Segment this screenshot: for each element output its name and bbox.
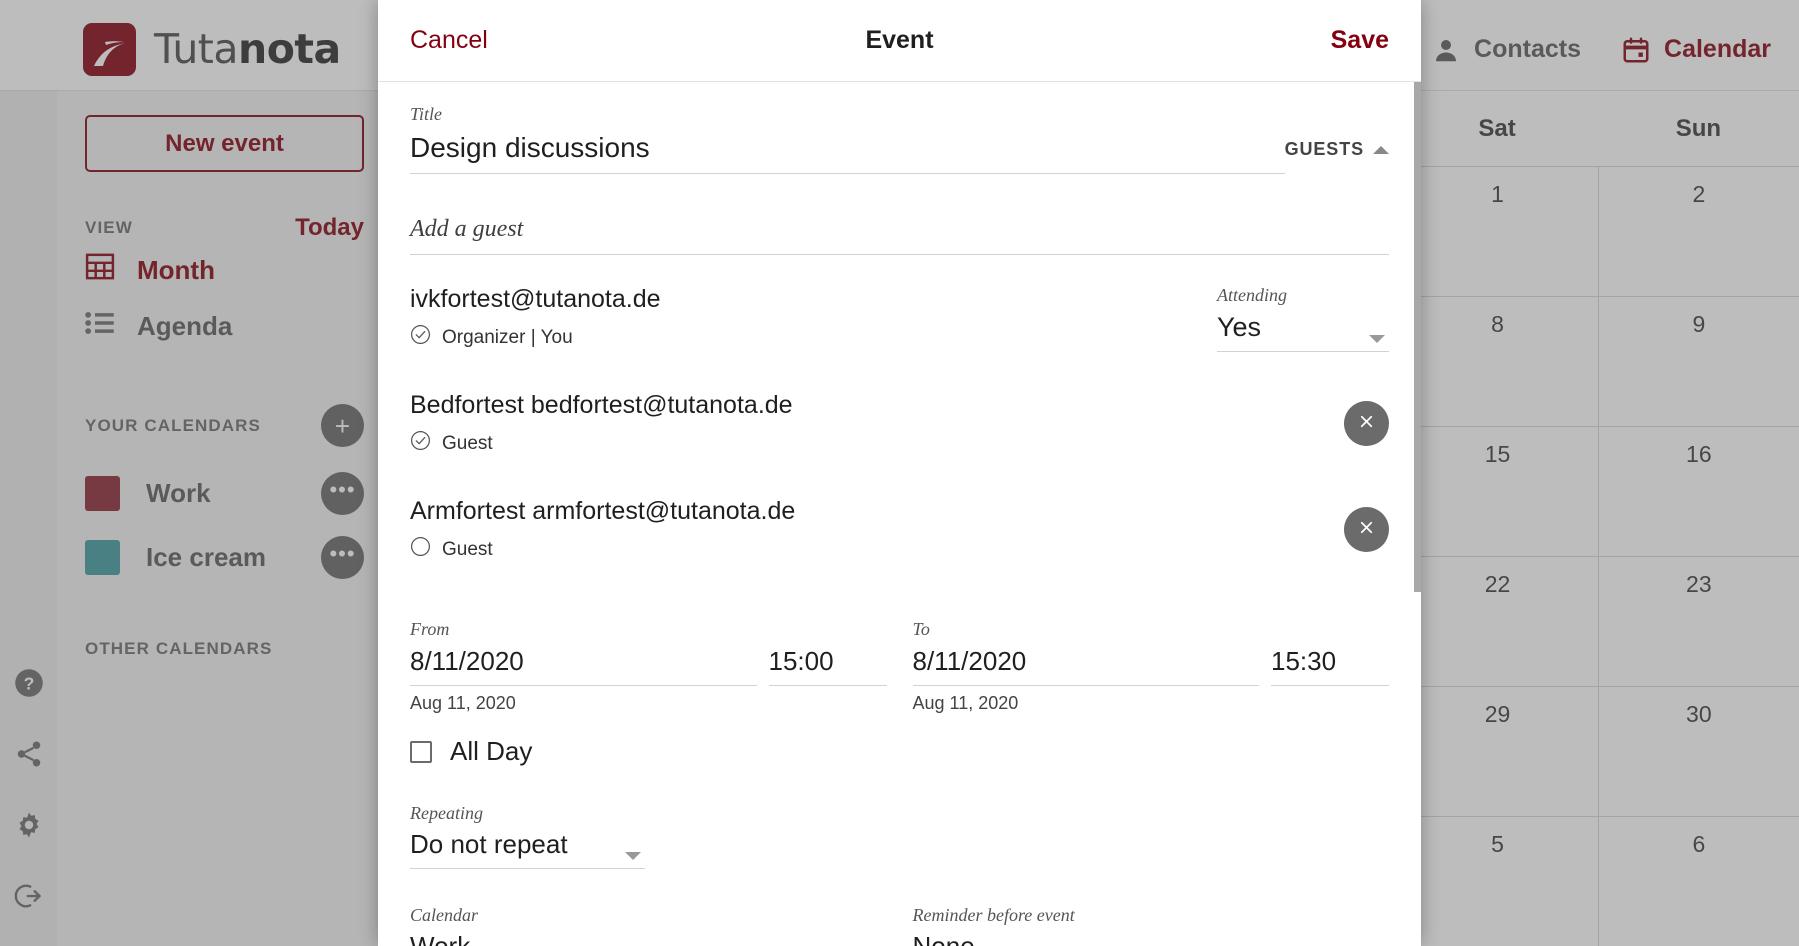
guest-status-row: Guest xyxy=(410,536,1189,563)
guest-status-label: Guest xyxy=(442,538,493,560)
all-day-label: All Day xyxy=(450,736,533,766)
caret-up-icon xyxy=(1373,145,1389,154)
attending-select[interactable]: Attending Yes xyxy=(1217,285,1389,352)
from-time-field[interactable]: 15:00 xyxy=(768,619,887,714)
calendar-reminder-row: Calendar Work Reminder before event None xyxy=(410,905,1389,946)
reminder-label: Reminder before event xyxy=(912,905,1075,925)
attending-label: Attending xyxy=(1217,285,1287,305)
repeating-value: Do not repeat xyxy=(410,829,568,859)
check-circle-icon xyxy=(410,324,431,351)
guest-row-armfortest: Armfortest armfortest@tutanota.de Guest xyxy=(410,497,1389,573)
guests-toggle-label: GUESTS xyxy=(1284,139,1364,159)
add-guest-input[interactable]: Add a guest xyxy=(410,216,1389,254)
calendar-label: Calendar xyxy=(410,905,479,925)
attending-value: Yes xyxy=(1217,312,1262,342)
from-label: From xyxy=(410,619,450,639)
close-icon xyxy=(1357,518,1376,542)
from-date-input[interactable]: 8/11/2020 xyxy=(410,640,757,685)
guest-status-label: Organizer | You xyxy=(442,326,573,348)
remove-guest-button[interactable] xyxy=(1344,507,1389,552)
title-label: Title xyxy=(410,104,443,124)
from-group: From 8/11/2020 Aug 11, 2020 15:00 xyxy=(410,619,887,714)
from-time-input[interactable]: 15:00 xyxy=(769,640,887,685)
guest-email: Armfortest armfortest@tutanota.de xyxy=(410,497,796,525)
guest-email: Bedfortest bedfortest@tutanota.de xyxy=(410,391,793,419)
cancel-button[interactable]: Cancel xyxy=(410,26,488,55)
calendar-value: Work xyxy=(410,931,471,946)
reminder-select[interactable]: Reminder before event None xyxy=(913,905,1390,946)
guests-toggle-button[interactable]: GUESTS xyxy=(1285,139,1389,174)
dialog-scrollbar[interactable] xyxy=(1414,82,1421,592)
title-field-row: Title Design discussions GUESTS xyxy=(410,82,1389,174)
to-label: To xyxy=(912,619,930,639)
calendar-select[interactable]: Calendar Work xyxy=(410,905,887,946)
dialog-body: Title Design discussions GUESTS Add a gu… xyxy=(378,82,1421,946)
repeating-select[interactable]: Repeating Do not repeat xyxy=(410,803,645,869)
remove-guest-button[interactable] xyxy=(1344,401,1389,446)
check-circle-icon xyxy=(410,430,431,457)
save-button[interactable]: Save xyxy=(1331,26,1389,55)
event-editor-dialog: Cancel Event Save Title Design discussio… xyxy=(378,0,1421,946)
guest-status-row: Organizer | You xyxy=(410,324,1189,351)
datetime-row: From 8/11/2020 Aug 11, 2020 15:00 To 8/1… xyxy=(410,619,1389,714)
to-date-field[interactable]: To 8/11/2020 Aug 11, 2020 xyxy=(912,619,1260,714)
all-day-checkbox-row[interactable]: All Day xyxy=(410,736,1389,767)
dialog-header: Cancel Event Save xyxy=(378,0,1421,82)
to-date-input[interactable]: 8/11/2020 xyxy=(913,640,1260,685)
from-date-hint: Aug 11, 2020 xyxy=(410,693,516,713)
caret-down-icon xyxy=(1369,335,1385,343)
dialog-title: Event xyxy=(865,26,934,54)
add-guest-field[interactable]: Add a guest xyxy=(410,216,1389,255)
close-icon xyxy=(1357,412,1376,436)
title-field[interactable]: Title Design discussions xyxy=(410,104,1285,174)
empty-circle-icon xyxy=(410,536,431,563)
to-time-input[interactable]: 15:30 xyxy=(1271,640,1389,685)
guest-row-bedfortest: Bedfortest bedfortest@tutanota.de Guest xyxy=(410,391,1389,467)
guest-row-organizer: ivkfortest@tutanota.de Organizer | You A… xyxy=(410,285,1389,361)
to-group: To 8/11/2020 Aug 11, 2020 15:30 xyxy=(912,619,1389,714)
title-input[interactable]: Design discussions xyxy=(410,125,1285,173)
guest-status-label: Guest xyxy=(442,432,493,454)
to-time-field[interactable]: 15:30 xyxy=(1271,619,1389,714)
caret-down-icon xyxy=(625,852,641,860)
all-day-checkbox[interactable] xyxy=(410,740,432,763)
to-date-hint: Aug 11, 2020 xyxy=(912,693,1019,713)
guest-email: ivkfortest@tutanota.de xyxy=(410,285,661,313)
guest-status-row: Guest xyxy=(410,430,1189,457)
repeating-label: Repeating xyxy=(410,803,483,823)
from-date-field[interactable]: From 8/11/2020 Aug 11, 2020 xyxy=(410,619,757,714)
reminder-value: None xyxy=(912,931,975,946)
